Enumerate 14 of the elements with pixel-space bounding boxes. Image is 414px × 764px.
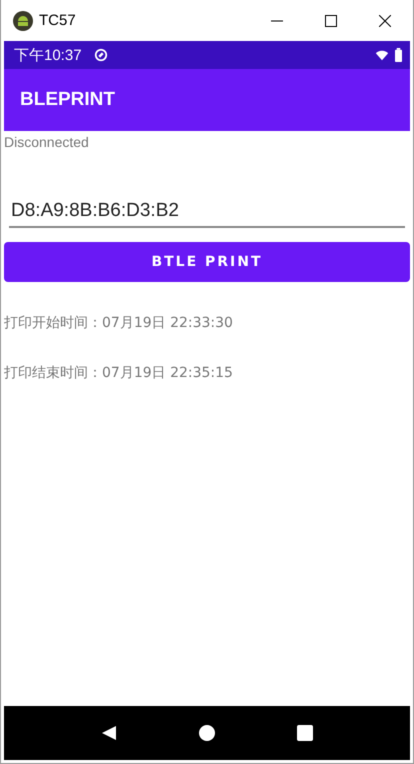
home-icon[interactable] (199, 725, 215, 741)
connection-status: Disconnected (4, 134, 89, 150)
log-line: 打印结束时间：07月19日 22:35:15 (4, 364, 233, 382)
status-time: 下午10:37 (14, 46, 82, 64)
log-line: 打印开始时间：07月19日 22:33:30 (4, 314, 233, 332)
wifi-icon (375, 48, 389, 62)
window-title: TC57 (39, 12, 76, 29)
app-title: BLEPRINT (20, 89, 115, 111)
back-icon[interactable] (101, 725, 117, 741)
maximize-icon[interactable] (325, 14, 337, 26)
battery-icon (395, 48, 402, 62)
address-field[interactable]: D8:A9:8B:B6:D3:B2 (9, 198, 405, 228)
close-icon[interactable] (379, 14, 391, 26)
print-button[interactable]: BTLE PRINT (4, 242, 410, 282)
